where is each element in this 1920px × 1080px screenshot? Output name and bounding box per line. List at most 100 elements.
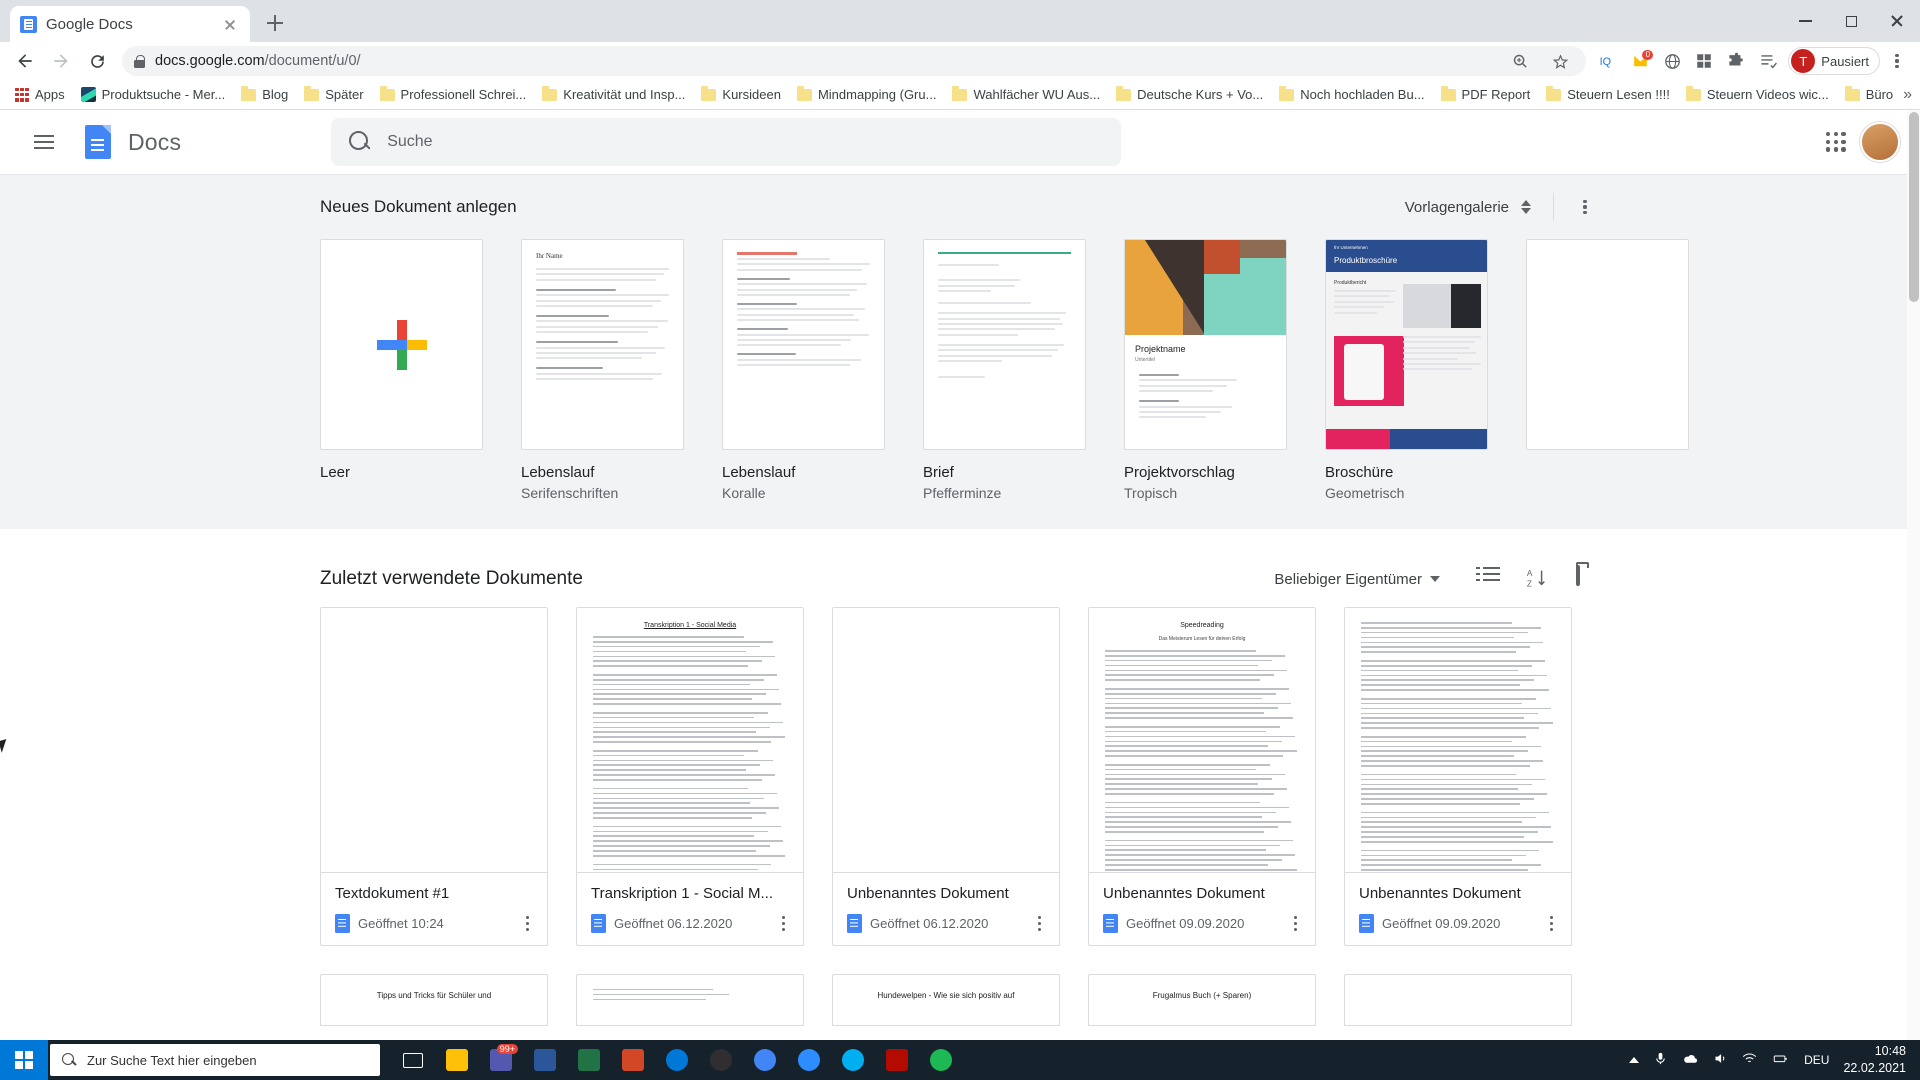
bookmark-item[interactable]: Mindmapping (Gru... bbox=[790, 84, 944, 105]
owner-filter-dropdown[interactable]: Beliebiger Eigentümer bbox=[1274, 571, 1440, 588]
bookmark-item[interactable]: Kreativität und Insp... bbox=[535, 84, 692, 105]
bookmark-star-icon[interactable] bbox=[1546, 47, 1574, 75]
forward-icon[interactable] bbox=[44, 44, 78, 78]
docs-logo-icon[interactable] bbox=[78, 122, 118, 162]
taskbar-powerpoint-icon[interactable] bbox=[614, 1040, 652, 1080]
reading-list-icon[interactable] bbox=[1754, 47, 1782, 75]
document-thumbnail[interactable]: Frugalmus Buch (+ Sparen) bbox=[1088, 973, 1316, 1026]
document-card[interactable]: Transkription 1 - Social Media Transkript… bbox=[576, 607, 804, 946]
extension-notification-icon[interactable]: 0 bbox=[1626, 47, 1654, 75]
open-folder-icon[interactable] bbox=[1576, 565, 1600, 591]
start-button[interactable] bbox=[0, 1040, 48, 1080]
bookmark-item[interactable]: Blog bbox=[234, 84, 295, 105]
bookmark-item[interactable]: PDF Report bbox=[1434, 84, 1538, 105]
template-card[interactable]: Brief Pfefferminze bbox=[923, 239, 1086, 501]
taskbar-zoom-icon[interactable] bbox=[790, 1040, 828, 1080]
document-card[interactable]: Tipps und Tricks für Schüler und bbox=[320, 973, 548, 1026]
document-thumbnail[interactable] bbox=[320, 607, 548, 873]
network-icon[interactable] bbox=[1742, 1051, 1757, 1069]
template-card[interactable]: Ihr Name Lebenslauf Serifenschriften bbox=[521, 239, 684, 501]
document-card[interactable]: Speedreading Das Meisterum Lesen für dein… bbox=[1088, 607, 1316, 946]
taskbar-edge-icon[interactable] bbox=[658, 1040, 696, 1080]
zoom-icon[interactable] bbox=[1506, 47, 1534, 75]
reload-icon[interactable] bbox=[80, 44, 114, 78]
tray-expand-icon[interactable] bbox=[1629, 1057, 1640, 1063]
bookmark-item[interactable]: Steuern Videos wic... bbox=[1679, 84, 1836, 105]
template-thumbnail[interactable]: Projektname Untertitel bbox=[1124, 239, 1287, 450]
onedrive-icon[interactable] bbox=[1682, 1050, 1699, 1070]
taskbar-teams-icon[interactable]: 99+ bbox=[482, 1040, 520, 1080]
document-card[interactable] bbox=[576, 973, 804, 1026]
template-options-menu-icon[interactable] bbox=[1570, 192, 1600, 222]
taskbar-task-view-icon[interactable] bbox=[394, 1040, 432, 1080]
main-menu-icon[interactable] bbox=[20, 118, 68, 166]
taskbar-word-icon[interactable] bbox=[526, 1040, 564, 1080]
taskbar-acrobat-icon[interactable] bbox=[878, 1040, 916, 1080]
close-tab-icon[interactable] bbox=[220, 14, 240, 34]
document-options-icon[interactable] bbox=[522, 912, 533, 935]
address-bar[interactable]: docs.google.com/document/u/0/ bbox=[122, 46, 1587, 76]
account-avatar[interactable] bbox=[1860, 122, 1900, 162]
template-card[interactable]: Ihr Unternehmen Produktbroschüre Produktbe… bbox=[1325, 239, 1488, 501]
document-thumbnail[interactable] bbox=[1344, 973, 1572, 1026]
document-options-icon[interactable] bbox=[778, 912, 789, 935]
back-icon[interactable] bbox=[8, 44, 42, 78]
document-options-icon[interactable] bbox=[1034, 912, 1045, 935]
template-card[interactable]: Leer bbox=[320, 239, 483, 501]
template-card[interactable]: Lebenslauf Koralle bbox=[722, 239, 885, 501]
template-thumbnail[interactable]: Ihr Name bbox=[521, 239, 684, 450]
document-card[interactable]: Unbenanntes Dokument Geöffnet 09.09.2020 bbox=[1344, 607, 1572, 946]
template-thumbnail[interactable] bbox=[320, 239, 483, 450]
bookmark-item[interactable]: Kursideen bbox=[694, 84, 788, 105]
extensions-puzzle-icon[interactable] bbox=[1722, 47, 1750, 75]
document-thumbnail[interactable] bbox=[576, 973, 804, 1026]
document-thumbnail[interactable]: Hundewelpen - Wie sie sich positiv auf bbox=[832, 973, 1060, 1026]
taskbar-skype-icon[interactable] bbox=[834, 1040, 872, 1080]
search-input[interactable]: Suche bbox=[331, 118, 1122, 166]
bookmark-item[interactable]: Apps bbox=[8, 84, 72, 105]
scrollbar-thumb[interactable] bbox=[1909, 112, 1919, 302]
list-view-icon[interactable] bbox=[1476, 567, 1500, 591]
document-options-icon[interactable] bbox=[1290, 912, 1301, 935]
document-thumbnail[interactable] bbox=[832, 607, 1060, 873]
document-card[interactable]: Unbenanntes Dokument Geöffnet 06.12.2020 bbox=[832, 607, 1060, 946]
document-card[interactable]: Frugalmus Buch (+ Sparen) bbox=[1088, 973, 1316, 1026]
extension-grid-icon[interactable] bbox=[1690, 47, 1718, 75]
battery-icon[interactable] bbox=[1771, 1051, 1790, 1069]
browser-tab[interactable]: Google Docs bbox=[10, 6, 250, 42]
clock[interactable]: 10:48 22.02.2021 bbox=[1843, 1043, 1906, 1077]
taskbar-spotify-icon[interactable] bbox=[922, 1040, 960, 1080]
template-gallery-expand-icon[interactable] bbox=[1515, 200, 1537, 214]
template-gallery-toggle[interactable]: Vorlagengalerie bbox=[1405, 199, 1509, 216]
google-apps-icon[interactable] bbox=[1826, 132, 1846, 152]
taskbar-chrome-icon[interactable] bbox=[746, 1040, 784, 1080]
sort-az-icon[interactable]: AZ bbox=[1526, 567, 1550, 591]
template-card[interactable]: Projektname Untertitel Projektvorschlag Tro… bbox=[1124, 239, 1287, 501]
volume-icon[interactable] bbox=[1713, 1051, 1728, 1069]
bookmark-item[interactable]: Wahlfächer WU Aus... bbox=[945, 84, 1107, 105]
bookmark-item[interactable]: Später bbox=[297, 84, 370, 105]
language-indicator[interactable]: DEU bbox=[1804, 1053, 1829, 1067]
profile-chip[interactable]: T Pausiert bbox=[1788, 47, 1880, 75]
document-card[interactable]: Textdokument #1 Geöffnet 10:24 bbox=[320, 607, 548, 946]
bookmark-item[interactable]: Noch hochladen Bu... bbox=[1272, 84, 1431, 105]
document-card[interactable] bbox=[1344, 973, 1572, 1026]
new-tab-button[interactable] bbox=[258, 6, 292, 40]
chrome-menu-icon[interactable] bbox=[1882, 46, 1912, 76]
taskbar-obs-icon[interactable] bbox=[702, 1040, 740, 1080]
minimize-button[interactable] bbox=[1782, 0, 1828, 42]
bookmark-item[interactable]: Produktsuche - Mer... bbox=[74, 84, 233, 105]
template-thumbnail[interactable] bbox=[722, 239, 885, 450]
document-options-icon[interactable] bbox=[1546, 912, 1557, 935]
page-scrollbar[interactable] bbox=[1907, 110, 1920, 1042]
bookmark-item[interactable]: Deutsche Kurs + Vo... bbox=[1109, 84, 1270, 105]
taskbar-search-input[interactable]: Zur Suche Text hier eingeben bbox=[50, 1044, 380, 1076]
bookmark-item[interactable]: Professionell Schrei... bbox=[373, 84, 534, 105]
template-thumbnail[interactable] bbox=[923, 239, 1086, 450]
bookmark-item[interactable]: Büro bbox=[1838, 84, 1900, 105]
taskbar-excel-icon[interactable] bbox=[570, 1040, 608, 1080]
extension-globe-icon[interactable] bbox=[1658, 47, 1686, 75]
document-thumbnail[interactable]: Tipps und Tricks für Schüler und bbox=[320, 973, 548, 1026]
extension-iq-icon[interactable]: IQ bbox=[1594, 47, 1622, 75]
taskbar-file-explorer-icon[interactable] bbox=[438, 1040, 476, 1080]
